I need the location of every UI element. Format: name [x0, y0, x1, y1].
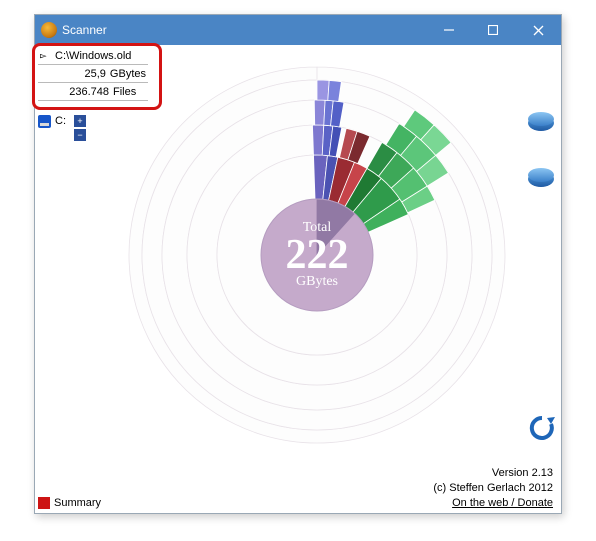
drive-collapse-button[interactable]: − — [74, 129, 86, 141]
donate-link[interactable]: On the web / Donate — [433, 496, 553, 511]
selection-path-row: ▻ C:\Windows.old — [38, 47, 148, 65]
selection-size-value: 25,9 — [54, 68, 110, 80]
minimize-button[interactable] — [427, 15, 471, 45]
app-icon — [41, 22, 57, 38]
version-label: Version 2.13 — [433, 466, 553, 481]
drive-icon[interactable] — [38, 115, 51, 128]
refresh-button[interactable] — [529, 415, 555, 441]
selection-path: C:\Windows.old — [55, 50, 131, 62]
close-button[interactable] — [515, 15, 561, 45]
pie-tool-1[interactable] — [527, 109, 555, 131]
arrow-icon: ▻ — [40, 49, 55, 62]
copyright-label: (c) Steffen Gerlach 2012 — [433, 481, 553, 496]
titlebar[interactable]: Scanner — [35, 15, 561, 45]
client-area: ▻ C:\Windows.old 25,9 GBytes 236.748 Fil… — [35, 45, 561, 513]
maximize-button[interactable] — [471, 15, 515, 45]
drive-expand-button[interactable]: + — [74, 115, 86, 127]
pie-tool-2[interactable] — [527, 165, 555, 187]
drive-block: C: + − — [38, 115, 86, 141]
scanner-window: Scanner ▻ C:\Windows.old — [34, 14, 562, 514]
selection-files-value: 236.748 — [55, 86, 113, 98]
sunburst-chart[interactable]: Total 222 GBytes — [127, 65, 507, 445]
summary-icon[interactable] — [38, 497, 50, 509]
drive-label[interactable]: C: — [55, 115, 66, 127]
summary-label[interactable]: Summary — [54, 497, 101, 509]
footer: Version 2.13 (c) Steffen Gerlach 2012 On… — [433, 466, 553, 511]
window-title: Scanner — [62, 23, 427, 37]
